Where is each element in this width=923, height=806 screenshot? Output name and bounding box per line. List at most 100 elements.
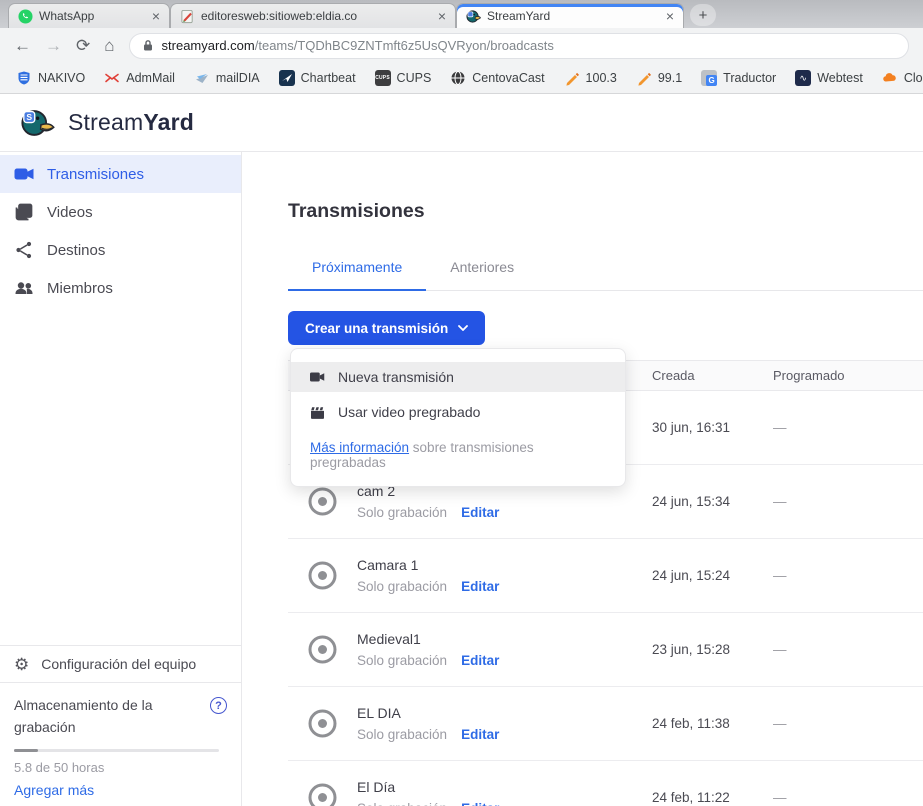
bookmark-radio-100-3[interactable]: 100.3 bbox=[564, 70, 617, 86]
lock-icon bbox=[142, 39, 154, 52]
create-broadcast-dropdown: Nueva transmisión Usar video pregrabado … bbox=[290, 348, 626, 487]
edit-link[interactable]: Editar bbox=[461, 505, 499, 520]
bookmark-radio-99-1[interactable]: 99.1 bbox=[636, 70, 682, 86]
record-icon bbox=[307, 560, 338, 591]
row-subtitle: Solo grabación bbox=[357, 579, 447, 594]
bookmark-label: CUPS bbox=[397, 71, 432, 85]
home-icon[interactable]: ⌂ bbox=[104, 37, 114, 54]
back-icon[interactable]: ← bbox=[14, 37, 31, 54]
sidebar-item-transmisiones[interactable]: Transmisiones bbox=[0, 155, 241, 193]
edit-link[interactable]: Editar bbox=[461, 801, 499, 806]
row-scheduled: — bbox=[773, 420, 923, 435]
menu-item-usar-video-pregrabado[interactable]: Usar video pregrabado bbox=[291, 397, 625, 427]
row-created: 30 jun, 16:31 bbox=[652, 420, 773, 435]
row-subtitle: Solo grabación bbox=[357, 505, 447, 520]
row-created: 23 jun, 15:28 bbox=[652, 642, 773, 657]
bookmark-traductor[interactable]: G Traductor bbox=[701, 70, 776, 86]
row-title: El Día bbox=[357, 779, 499, 795]
row-title: Medieval1 bbox=[357, 631, 499, 647]
bookmark-admmail[interactable]: AdmMail bbox=[104, 70, 175, 86]
sidebar-item-videos[interactable]: Videos bbox=[0, 193, 241, 231]
bookmark-label: AdmMail bbox=[126, 71, 175, 85]
bookmark-chartbeat[interactable]: Chartbeat bbox=[279, 70, 356, 86]
whatsapp-icon bbox=[18, 9, 33, 24]
table-row[interactable]: EL DIA Solo grabación Editar 24 feb, 11:3… bbox=[288, 687, 923, 761]
bookmark-label: Chartbeat bbox=[301, 71, 356, 85]
sidebar: Transmisiones Videos Destinos Miembros ⚙ bbox=[0, 152, 242, 806]
chevron-down-icon bbox=[458, 325, 468, 331]
row-subtitle: Solo grabación bbox=[357, 801, 447, 806]
column-scheduled: Programado bbox=[773, 368, 923, 383]
row-scheduled: — bbox=[773, 716, 923, 731]
browser-tab-whatsapp[interactable]: WhatsApp × bbox=[8, 3, 170, 28]
row-subtitle: Solo grabación bbox=[357, 653, 447, 668]
table-row[interactable]: Camara 1 Solo grabaciónEditar 24 jun, 15… bbox=[288, 539, 923, 613]
bookmark-label: mailDIA bbox=[216, 71, 260, 85]
bookmark-centovacast[interactable]: CentovaCast bbox=[450, 70, 544, 86]
menu-item-label: Nueva transmisión bbox=[338, 369, 454, 385]
page-title: Transmisiones bbox=[288, 200, 923, 223]
browser-toolbar: ← → ⟳ ⌂ streamyard.com/teams/TQDhBC9ZNTm… bbox=[0, 28, 923, 63]
cloud-icon bbox=[882, 70, 898, 86]
radio-pencil-icon bbox=[564, 70, 580, 86]
browser-tab-editoresweb[interactable]: editoresweb:sitioweb:eldia.co × bbox=[170, 3, 456, 28]
tab-anteriores[interactable]: Anteriores bbox=[426, 259, 538, 290]
storage-panel: Almacenamiento de la grabación ? 5.8 de … bbox=[0, 682, 241, 806]
help-icon[interactable]: ? bbox=[210, 697, 227, 714]
new-tab-button[interactable]: + bbox=[690, 4, 716, 26]
table-row[interactable]: Medieval1 Solo grabación Editar 23 jun, 1… bbox=[288, 613, 923, 687]
row-created: 24 feb, 11:38 bbox=[652, 716, 773, 731]
team-settings-button[interactable]: ⚙ Configuración del equipo bbox=[0, 645, 241, 682]
row-scheduled: — bbox=[773, 642, 923, 657]
sidebar-item-destinos[interactable]: Destinos bbox=[0, 231, 241, 269]
add-more-link[interactable]: Agregar más bbox=[14, 782, 227, 798]
edit-link[interactable]: Editar bbox=[461, 579, 499, 594]
streamyard-header: S StreamYard bbox=[0, 94, 923, 152]
close-icon[interactable]: × bbox=[438, 9, 446, 23]
edit-link[interactable]: Editar bbox=[461, 653, 499, 668]
bookmark-webtest[interactable]: ∿ Webtest bbox=[795, 70, 863, 86]
streamyard-duck-icon bbox=[466, 9, 481, 24]
row-created: 24 feb, 11:22 bbox=[652, 790, 773, 805]
close-icon[interactable]: × bbox=[152, 9, 160, 23]
forward-icon[interactable]: → bbox=[45, 37, 62, 54]
tab-proximamente[interactable]: Próximamente bbox=[288, 259, 426, 290]
browser-tab-strip: WhatsApp × editoresweb:sitioweb:eldia.co… bbox=[0, 0, 923, 28]
video-library-icon bbox=[14, 202, 34, 222]
tab-title: WhatsApp bbox=[39, 9, 146, 23]
address-bar[interactable]: streamyard.com/teams/TQDhBC9ZNTmft6z5UsQ… bbox=[129, 33, 909, 59]
chart-arrow-icon bbox=[279, 70, 295, 86]
bookmark-nakivo[interactable]: NAKIVO bbox=[16, 70, 85, 86]
url-path: /teams/TQDhBC9ZNTmft6z5UsQVRyon/broadcas… bbox=[255, 38, 554, 53]
browser-tab-streamyard[interactable]: StreamYard × bbox=[456, 3, 684, 28]
record-icon bbox=[307, 634, 338, 665]
bookmark-cloudflare[interactable]: CloudFlare bbox=[882, 70, 923, 86]
more-info-link[interactable]: Más información bbox=[310, 440, 409, 455]
bookmark-label: NAKIVO bbox=[38, 71, 85, 85]
bookmark-cups[interactable]: CUPS CUPS bbox=[375, 70, 432, 86]
close-icon[interactable]: × bbox=[666, 9, 674, 23]
tab-title: editoresweb:sitioweb:eldia.co bbox=[201, 9, 432, 23]
edit-link[interactable]: Editar bbox=[461, 727, 499, 742]
tab-title: StreamYard bbox=[487, 9, 660, 23]
menu-item-nueva-transmision[interactable]: Nueva transmisión bbox=[291, 362, 625, 392]
sidebar-nav: Transmisiones Videos Destinos Miembros bbox=[0, 152, 241, 307]
row-title: EL DIA bbox=[357, 705, 499, 721]
create-broadcast-button[interactable]: Crear una transmisión bbox=[288, 311, 485, 345]
bookmarks-bar: NAKIVO AdmMail mailDIA Chartbeat CUPS CU… bbox=[0, 63, 923, 94]
sidebar-item-miembros[interactable]: Miembros bbox=[0, 269, 241, 307]
dropdown-footer: Más información sobre transmisiones preg… bbox=[310, 440, 606, 470]
sidebar-item-label: Destinos bbox=[47, 242, 105, 259]
bookmark-label: 100.3 bbox=[586, 71, 617, 85]
table-row[interactable]: El Día Solo grabación Editar 24 feb, 11:2… bbox=[288, 761, 923, 806]
row-created: 24 jun, 15:24 bbox=[652, 568, 773, 583]
videocam-icon bbox=[14, 164, 34, 184]
sidebar-item-label: Videos bbox=[47, 204, 93, 221]
row-subtitle: Solo grabación bbox=[357, 727, 447, 742]
share-icon bbox=[14, 240, 34, 260]
bookmark-label: 99.1 bbox=[658, 71, 682, 85]
bookmark-maildia[interactable]: mailDIA bbox=[194, 70, 260, 86]
storage-progress-bar bbox=[14, 749, 219, 752]
url-text: streamyard.com/teams/TQDhBC9ZNTmft6z5UsQ… bbox=[162, 38, 554, 53]
reload-icon[interactable]: ⟳ bbox=[76, 37, 90, 54]
